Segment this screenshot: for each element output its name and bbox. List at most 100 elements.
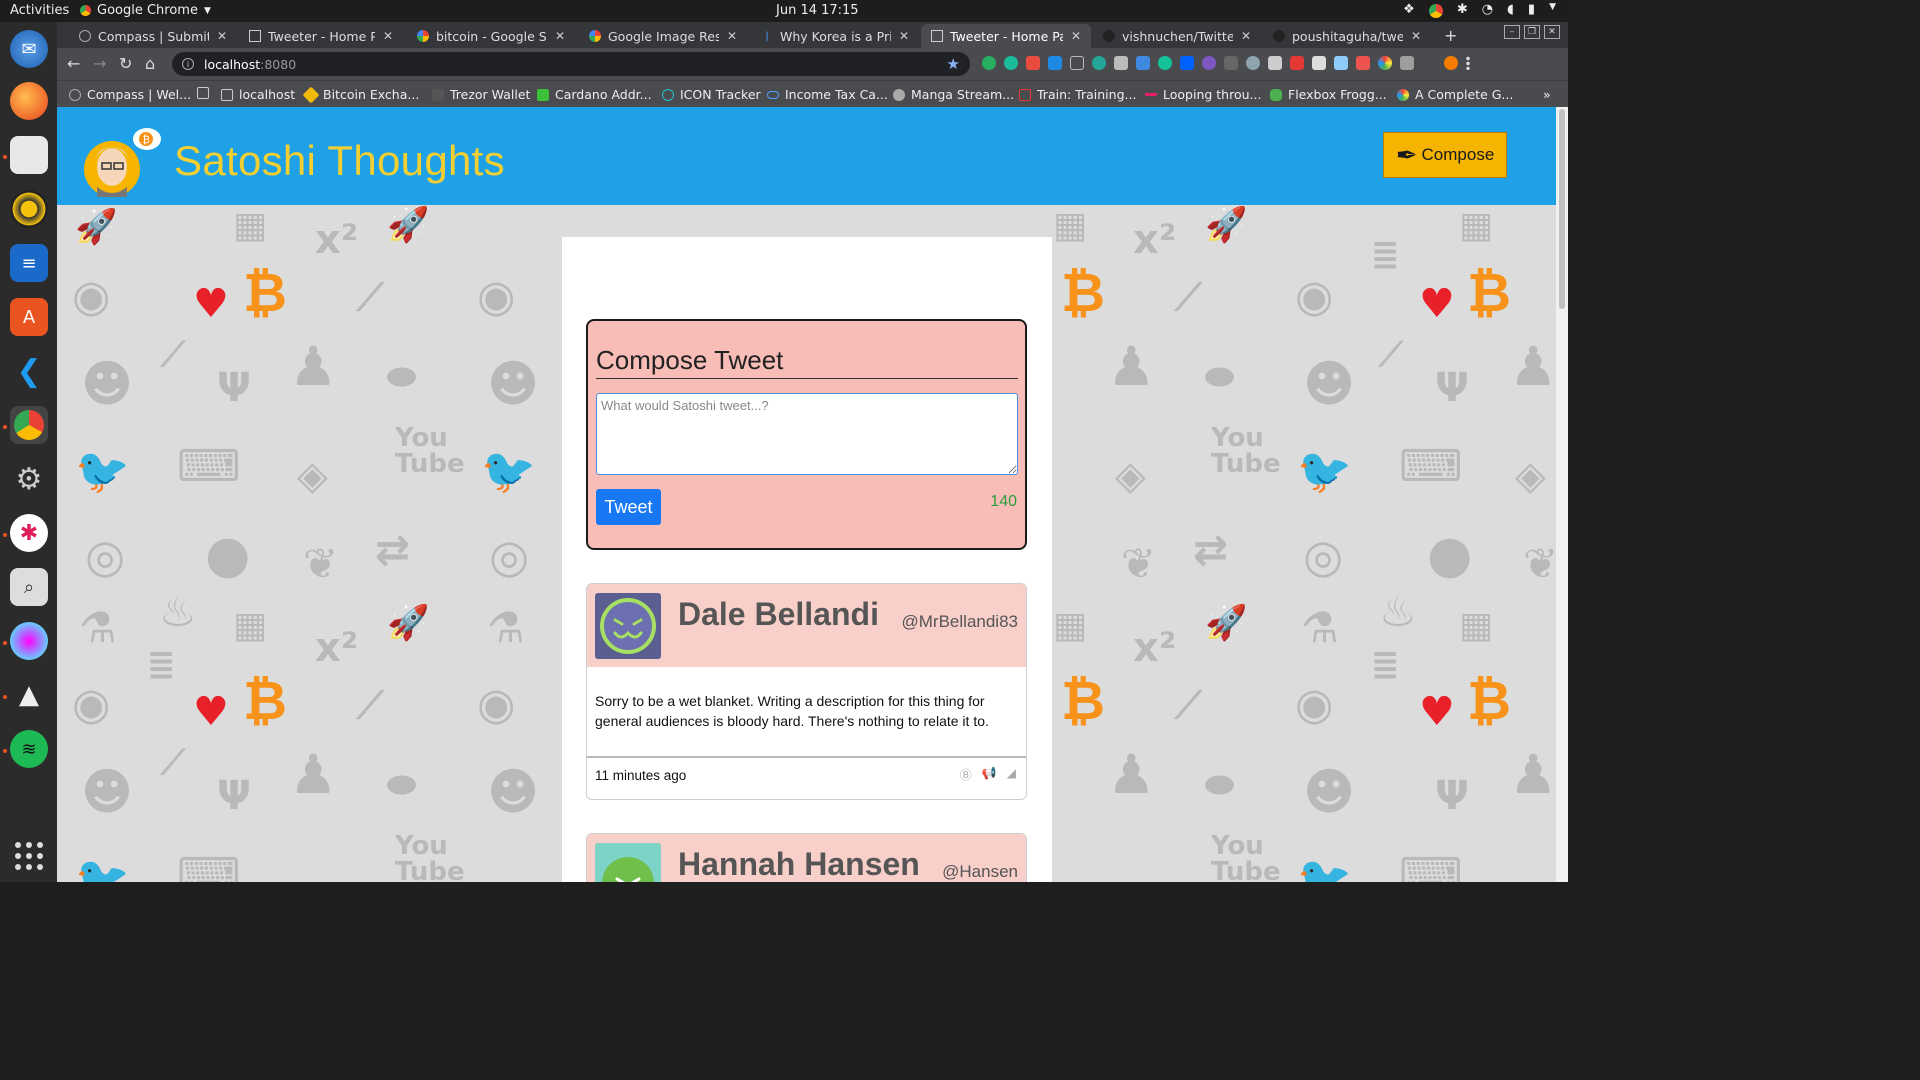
bookmark-star-icon[interactable]: ★ <box>947 55 960 73</box>
close-window-button[interactable]: ✕ <box>1544 25 1560 39</box>
extension-icon[interactable] <box>1202 56 1216 70</box>
tab-compass[interactable]: Compass | Submit Pro ✕ <box>69 24 237 48</box>
writer-icon[interactable]: ≡ <box>10 244 48 282</box>
bookmark-item[interactable] <box>197 87 215 99</box>
extension-icon[interactable] <box>1114 56 1128 70</box>
tweet-user-handle: @Hansen <box>942 862 1018 881</box>
close-icon[interactable]: ✕ <box>1411 29 1421 43</box>
bookmark-item[interactable]: Cardano Addr... <box>537 87 652 102</box>
extension-icon[interactable] <box>1246 56 1260 70</box>
clock[interactable]: Jun 14 17:15 <box>776 3 859 18</box>
extension-icon[interactable] <box>1290 56 1304 70</box>
tweet-button[interactable]: Tweet <box>596 489 661 525</box>
extension-icon[interactable] <box>1004 56 1018 70</box>
page-scrollbar[interactable] <box>1556 107 1568 882</box>
extension-icon[interactable] <box>1048 56 1062 70</box>
rss-icon[interactable]: ◢ <box>1007 766 1016 783</box>
extension-icon[interactable] <box>1422 56 1436 70</box>
extension-icon[interactable] <box>1026 56 1040 70</box>
new-tab-button[interactable]: + <box>1444 26 1457 45</box>
address-bar[interactable]: i localhost :8080 ★ <box>172 52 970 76</box>
extension-icon[interactable] <box>1400 56 1414 70</box>
info-icon[interactable]: i <box>182 58 194 70</box>
activities-button[interactable]: Activities <box>10 3 69 18</box>
linux-icon: ♟ <box>289 743 338 806</box>
system-tray[interactable]: ❖ ✱ ◔ ◖ ▮ ▼ <box>1403 2 1556 18</box>
close-icon[interactable]: ✕ <box>383 29 393 43</box>
dropbox-icon: ❖ <box>1403 2 1415 17</box>
extension-icon[interactable] <box>1158 56 1172 70</box>
tab-tweeter-1[interactable]: Tweeter - Home Page ✕ <box>239 24 403 48</box>
bookmark-item[interactable]: Looping throu... <box>1145 87 1261 102</box>
bitcoin-like-icon[interactable]: Ⓑ <box>960 766 972 783</box>
bookmark-item[interactable]: Compass | Wel... <box>69 87 191 102</box>
tab-github-poushitaguha[interactable]: poushitaguha/tweet ✕ <box>1263 24 1431 48</box>
tab-tweeter-active[interactable]: Tweeter - Home Page ✕ <box>921 24 1091 48</box>
rhythmbox-icon[interactable] <box>10 190 48 228</box>
bookmark-item[interactable]: Income Tax Ca... <box>767 87 888 102</box>
software-center-icon[interactable]: A <box>10 298 48 336</box>
bookmark-item[interactable]: Manga Stream... <box>893 87 1014 102</box>
home-button[interactable]: ⌂ <box>145 54 155 73</box>
extension-icon[interactable] <box>1180 56 1194 70</box>
extension-icon[interactable] <box>1312 56 1326 70</box>
tweet-textarea[interactable] <box>596 393 1018 475</box>
fire-extinguisher-icon: ⚗ <box>1301 603 1339 652</box>
settings-icon[interactable]: ⚙ <box>10 460 48 498</box>
bookmark-item[interactable]: Train: Training... <box>1019 87 1136 102</box>
twitter-bird-icon: 🐦 <box>75 854 130 882</box>
svg-text:₿: ₿ <box>143 134 150 146</box>
minimize-button[interactable]: – <box>1504 25 1520 39</box>
extension-icon[interactable] <box>1356 56 1370 70</box>
compose-button[interactable]: ✒ Compose <box>1383 132 1507 178</box>
extension-icon[interactable] <box>1378 56 1392 70</box>
bookmark-item[interactable]: ICON Tracker <box>662 87 761 102</box>
show-applications-icon[interactable] <box>15 842 43 870</box>
search-tool-icon[interactable]: ⌕ <box>10 568 48 606</box>
maximize-button[interactable]: ❐ <box>1524 25 1540 39</box>
profile-avatar[interactable] <box>1444 56 1458 70</box>
extension-icon[interactable] <box>1268 56 1282 70</box>
extension-icon[interactable] <box>982 56 996 70</box>
close-icon[interactable]: ✕ <box>1071 29 1081 43</box>
chrome-dock-icon[interactable] <box>10 406 48 444</box>
bookmarks-overflow-icon[interactable]: » <box>1543 87 1551 102</box>
extension-icon[interactable] <box>1334 56 1348 70</box>
inkscape-icon[interactable]: ▲ <box>10 676 48 714</box>
megaphone-icon[interactable]: 📢 <box>982 766 997 783</box>
app-menu[interactable]: Google Chrome ▼ <box>80 3 211 18</box>
extension-icon[interactable] <box>1136 56 1150 70</box>
magic-wand-icon: ⟋ <box>161 335 185 375</box>
reload-button[interactable]: ↻ <box>119 54 132 73</box>
bookmark-item[interactable]: Flexbox Frogg... <box>1270 87 1387 102</box>
spotify-bg-icon: ◉ <box>477 679 516 730</box>
back-button[interactable]: ← <box>67 54 80 73</box>
bookmark-item[interactable]: Trezor Wallet <box>432 87 530 102</box>
close-icon[interactable]: ✕ <box>899 29 909 43</box>
vscode-icon[interactable]: ❮ <box>10 352 48 390</box>
firefox-icon[interactable] <box>10 82 48 120</box>
extension-icon[interactable] <box>1224 56 1238 70</box>
bookmark-item[interactable]: localhost <box>221 87 295 102</box>
close-icon[interactable]: ✕ <box>555 29 565 43</box>
gimp-icon[interactable] <box>10 622 48 660</box>
extension-icon[interactable] <box>1070 56 1084 70</box>
extension-icon[interactable] <box>1092 56 1106 70</box>
close-icon[interactable]: ✕ <box>217 29 227 43</box>
bookmark-item[interactable]: A Complete G... <box>1397 87 1513 102</box>
menu-icon[interactable] <box>1466 56 1470 70</box>
close-icon[interactable]: ✕ <box>727 29 737 43</box>
scrollbar-thumb[interactable] <box>1559 109 1565 309</box>
thunderbird-icon[interactable]: ✉ <box>10 30 48 68</box>
bookmark-item[interactable]: Bitcoin Excha... <box>302 86 419 103</box>
spotify-icon[interactable]: ≋ <box>10 730 48 768</box>
qr-code-icon: ▦ <box>1459 205 1494 246</box>
forward-button[interactable]: → <box>93 54 106 73</box>
tab-github-vishnuchen[interactable]: vishnuchen/Twitter-t ✕ <box>1093 24 1261 48</box>
tab-korea[interactable]: | Why Korea is a Prime ✕ <box>751 24 919 48</box>
close-icon[interactable]: ✕ <box>1241 29 1251 43</box>
tab-google-image[interactable]: Google Image Result ✕ <box>579 24 747 48</box>
tab-bitcoin-search[interactable]: bitcoin - Google Searc ✕ <box>407 24 575 48</box>
files-icon[interactable] <box>10 136 48 174</box>
slack-icon[interactable]: ✱ <box>10 514 48 552</box>
